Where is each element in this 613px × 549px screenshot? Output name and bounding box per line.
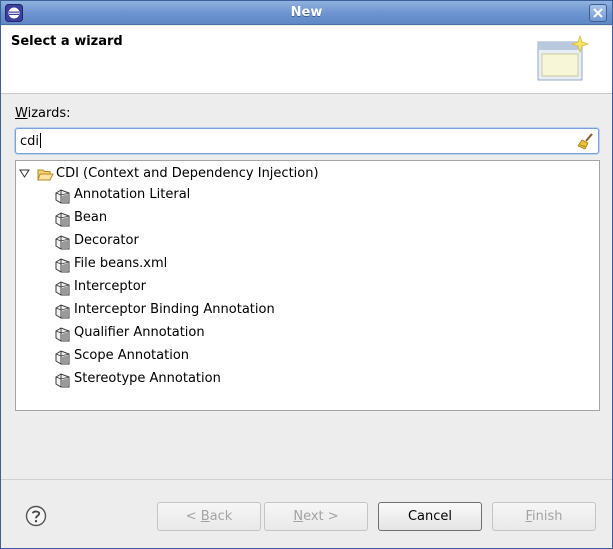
wizard-tree[interactable]: CDI (Context and Dependency Injection) A… xyxy=(15,160,600,411)
cdi-wizard-icon xyxy=(54,303,71,324)
tree-root-label: CDI (Context and Dependency Injection) xyxy=(56,166,319,181)
tree-item[interactable]: Interceptor Binding Annotation xyxy=(16,300,599,322)
help-icon[interactable] xyxy=(25,505,47,527)
tree-item-label: File beans.xml xyxy=(74,256,168,271)
tree-item-label: Decorator xyxy=(74,233,139,248)
wizards-mnemonic: W xyxy=(15,106,28,121)
back-prefix: < xyxy=(185,509,201,524)
tree-item[interactable]: Scope Annotation xyxy=(16,346,599,368)
close-button[interactable] xyxy=(589,4,607,22)
finish-label: inish xyxy=(532,509,563,524)
tree-item[interactable]: Stereotype Annotation xyxy=(16,369,599,391)
window-title: New xyxy=(290,5,323,20)
text-caret xyxy=(40,133,42,148)
wizards-label-text: izards: xyxy=(27,106,71,121)
new-wizard-dialog: New Select a wizard Wizards: cdi CDI (Co… xyxy=(0,0,613,549)
wizard-filter-input[interactable]: cdi xyxy=(15,128,599,154)
next-label: ext > xyxy=(303,509,339,524)
wizards-label: Wizards: xyxy=(15,106,71,121)
cdi-wizard-icon xyxy=(54,280,71,301)
back-label: ack xyxy=(209,509,233,524)
page-title: Select a wizard xyxy=(11,34,123,49)
wizard-banner: Select a wizard xyxy=(1,26,612,94)
cdi-wizard-icon xyxy=(54,211,71,232)
cdi-wizard-icon xyxy=(54,349,71,370)
clear-filter-broom-icon[interactable] xyxy=(577,132,595,150)
open-folder-icon xyxy=(37,169,54,181)
tree-item[interactable]: Qualifier Annotation xyxy=(16,323,599,345)
tree-item-label: Stereotype Annotation xyxy=(74,371,221,386)
tree-node-cdi[interactable]: CDI (Context and Dependency Injection) xyxy=(16,164,599,184)
filter-value: cdi xyxy=(20,134,40,149)
tree-item-label: Scope Annotation xyxy=(74,348,190,363)
button-bar-separator xyxy=(1,479,612,480)
cdi-wizard-icon xyxy=(54,257,71,278)
cancel-label: Cancel xyxy=(407,509,453,524)
tree-item-label: Qualifier Annotation xyxy=(74,325,205,340)
tree-item-label: Interceptor xyxy=(74,279,147,294)
tree-item-label: Annotation Literal xyxy=(74,187,191,202)
tree-item[interactable]: Annotation Literal xyxy=(16,185,599,207)
cdi-wizard-icon xyxy=(54,372,71,393)
close-icon xyxy=(593,8,603,18)
back-mnemonic: B xyxy=(200,509,210,524)
cancel-button[interactable]: Cancel xyxy=(378,502,482,531)
filter-text: cdi xyxy=(20,133,42,149)
tree-item[interactable]: Bean xyxy=(16,208,599,230)
next-button[interactable]: Next > xyxy=(264,502,368,531)
tree-item-label: Bean xyxy=(74,210,108,225)
tree-item[interactable]: Interceptor xyxy=(16,277,599,299)
title-bar[interactable]: New xyxy=(1,1,612,25)
tree-item[interactable]: Decorator xyxy=(16,231,599,253)
new-wizard-banner-icon xyxy=(537,34,590,81)
cdi-wizard-icon xyxy=(54,234,71,255)
finish-button[interactable]: Finish xyxy=(492,502,596,531)
cdi-wizard-icon xyxy=(54,326,71,347)
tree-item-label: Interceptor Binding Annotation xyxy=(74,302,275,317)
tree-item[interactable]: File beans.xml xyxy=(16,254,599,276)
next-mnemonic: N xyxy=(293,509,304,524)
cdi-wizard-icon xyxy=(54,188,71,209)
expanded-triangle-icon[interactable] xyxy=(19,169,30,178)
back-button[interactable]: < Back xyxy=(157,502,261,531)
